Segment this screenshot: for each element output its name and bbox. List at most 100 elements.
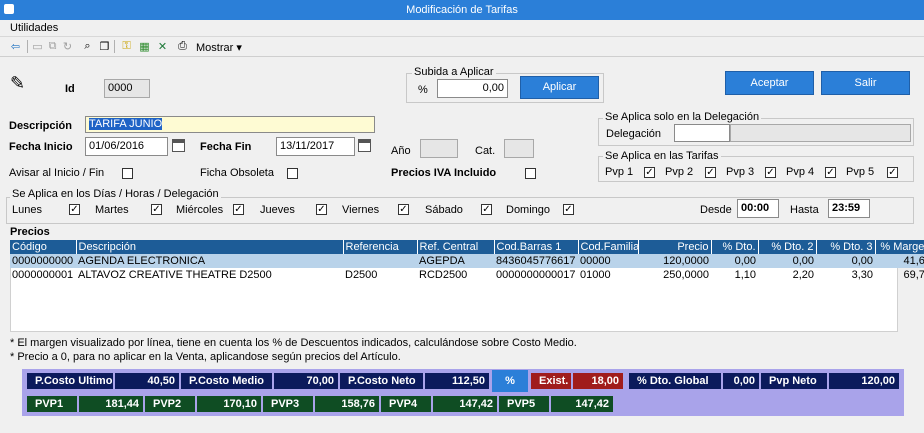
pct-button[interactable]: %	[492, 370, 528, 392]
avisar-checkbox[interactable]	[122, 168, 133, 179]
col-ref-central[interactable]: Ref. Central	[417, 240, 495, 254]
dia-label-lunes: Lunes	[12, 204, 42, 216]
pvp5-value: 147,42	[551, 396, 613, 412]
dia-checkbox-lunes[interactable]: ✓	[69, 204, 80, 215]
col-dto[interactable]: % Dto.	[711, 240, 759, 254]
pvp4-value: 147,42	[433, 396, 497, 412]
tarifa-checkbox-pvp3[interactable]: ✓	[765, 167, 776, 178]
fecha-fin-label: Fecha Fin	[200, 141, 252, 153]
hasta-input[interactable]: 23:59	[828, 199, 870, 218]
calendar-icon[interactable]	[358, 139, 371, 152]
pvp2-label: PVP2	[145, 396, 195, 412]
dia-checkbox-jueves[interactable]: ✓	[316, 204, 327, 215]
pcosto-medio-label: P.Costo Medio	[181, 373, 272, 389]
table-icon[interactable]: ▦	[137, 39, 152, 54]
fecha-fin-input[interactable]: 13/11/2017	[276, 137, 355, 156]
cat-label: Cat.	[475, 145, 496, 157]
tarifas-group-label: Se Aplica en las Tarifas	[603, 150, 721, 162]
cell-dto2: 2,20	[792, 269, 814, 281]
table-header-row: Código Descripción Referencia Ref. Centr…	[10, 240, 924, 254]
dia-label-domingo: Domingo	[506, 204, 551, 216]
fecha-inicio-input[interactable]: 01/06/2016	[85, 137, 168, 156]
col-dto2[interactable]: % Dto. 2	[758, 240, 817, 254]
pvp3-value: 158,76	[315, 396, 379, 412]
pcosto-ultimo-label: P.Costo Ultimo	[27, 373, 113, 389]
descripcion-input[interactable]: TARIFA JUNIO	[85, 116, 375, 133]
cell-cod-familia: 00000	[578, 254, 638, 268]
dia-checkbox-domingo[interactable]: ✓	[563, 204, 574, 215]
anio-field	[420, 139, 458, 158]
tarifa-checkbox-pvp1[interactable]: ✓	[644, 167, 655, 178]
pcosto-ultimo-value: 40,50	[115, 373, 179, 389]
delegacion-input[interactable]	[674, 124, 730, 142]
apply-button[interactable]: Aplicar	[520, 76, 599, 99]
pvp1-label: PVP1	[27, 396, 77, 412]
tarifa-label-pvp2: Pvp 2	[665, 166, 694, 178]
pcosto-neto-label: P.Costo Neto	[340, 373, 423, 389]
dia-checkbox-miercoles[interactable]: ✓	[233, 204, 244, 215]
table-row[interactable]: 0000000000 AGENDA ELECTRONICA AGEPDA 843…	[10, 254, 924, 268]
key-icon[interactable]: ⚿	[119, 39, 134, 54]
app-icon	[4, 4, 14, 14]
cell-margen: 69,71	[903, 269, 924, 281]
col-dto3[interactable]: % Dto. 3	[816, 240, 876, 254]
id-label: Id	[65, 83, 75, 95]
tarifa-checkbox-pvp5[interactable]: ✓	[887, 167, 898, 178]
duplicate-icon[interactable]: ❐	[97, 39, 112, 54]
search-icon[interactable]: ⌕	[80, 39, 95, 54]
mostrar-dropdown[interactable]: Mostrar ▾	[196, 41, 242, 54]
toolbar: ⇦ ▭ ⧉ ↻ ⌕ ❐ ⚿ ▦ ✕ ⎙ Mostrar ▾	[0, 37, 924, 57]
col-margen[interactable]: % Margen	[875, 240, 924, 254]
pct-label: %	[418, 84, 428, 96]
note-margen: * El margen visualizado por línea, tiene…	[10, 337, 577, 349]
accept-button[interactable]: Aceptar	[725, 71, 814, 95]
dia-label-sabado: Sábado	[425, 204, 463, 216]
dia-checkbox-sabado[interactable]: ✓	[481, 204, 492, 215]
exist-label: Exist.	[531, 373, 571, 389]
dto-global-label: % Dto. Global	[629, 373, 721, 389]
title-bar: Modificación de Tarifas	[0, 0, 924, 20]
subida-input[interactable]: 0,00	[437, 79, 508, 98]
toolbar-separator	[27, 40, 28, 53]
ficha-obsoleta-label: Ficha Obsoleta	[200, 167, 274, 179]
col-cod-familia[interactable]: Cod.Familia	[578, 240, 639, 254]
descripcion-label: Descripción	[9, 120, 72, 132]
anio-label: Año	[391, 145, 411, 157]
pvp1-value: 181,44	[79, 396, 143, 412]
avisar-label: Avisar al Inicio / Fin	[9, 167, 105, 179]
cell-ref-central: AGEPDA	[417, 254, 494, 268]
ficha-obsoleta-checkbox[interactable]	[287, 168, 298, 179]
cell-dto: 1,10	[734, 269, 756, 281]
menu-utilidades[interactable]: Utilidades	[10, 22, 58, 34]
exit-icon[interactable]: ⇦	[8, 39, 23, 54]
col-descripcion[interactable]: Descripción	[76, 240, 344, 254]
dia-label-viernes: Viernes	[342, 204, 380, 216]
tarifa-checkbox-pvp2[interactable]: ✓	[705, 167, 716, 178]
descripcion-value: TARIFA JUNIO	[89, 118, 163, 130]
table-row[interactable]: 0000000001 ALTAVOZ CREATIVE THEATRE D250…	[10, 268, 924, 282]
calendar-icon[interactable]	[172, 139, 185, 152]
tarifa-checkbox-pvp4[interactable]: ✓	[825, 167, 836, 178]
cell-cod-familia: 01000	[580, 269, 611, 281]
delegacion-group-label: Se Aplica solo en la Delegación	[603, 111, 762, 123]
col-cod-barras[interactable]: Cod.Barras 1	[494, 240, 579, 254]
desde-input[interactable]: 00:00	[737, 199, 779, 218]
dia-checkbox-martes[interactable]: ✓	[151, 204, 162, 215]
precios-iva-label: Precios IVA Incluido	[391, 167, 497, 179]
col-precio[interactable]: Precio	[638, 240, 712, 254]
cell-referencia	[343, 254, 417, 268]
refresh-icon: ↻	[62, 41, 73, 53]
cell-dto2: 0,00	[758, 254, 816, 268]
col-codigo[interactable]: Código	[10, 240, 77, 254]
subida-label: Subida a Aplicar	[412, 66, 496, 78]
tarifa-label-pvp4: Pvp 4	[786, 166, 815, 178]
exit-button[interactable]: Salir	[821, 71, 910, 95]
precios-iva-checkbox[interactable]	[525, 168, 536, 179]
delegacion-label: Delegación	[606, 128, 662, 140]
cell-descripcion: AGENDA ELECTRONICA	[76, 254, 343, 268]
dia-checkbox-viernes[interactable]: ✓	[398, 204, 409, 215]
excel-icon[interactable]: ✕	[155, 39, 170, 54]
cell-precio: 120,0000	[638, 254, 711, 268]
print-icon[interactable]: ⎙	[175, 39, 190, 54]
col-referencia[interactable]: Referencia	[343, 240, 418, 254]
